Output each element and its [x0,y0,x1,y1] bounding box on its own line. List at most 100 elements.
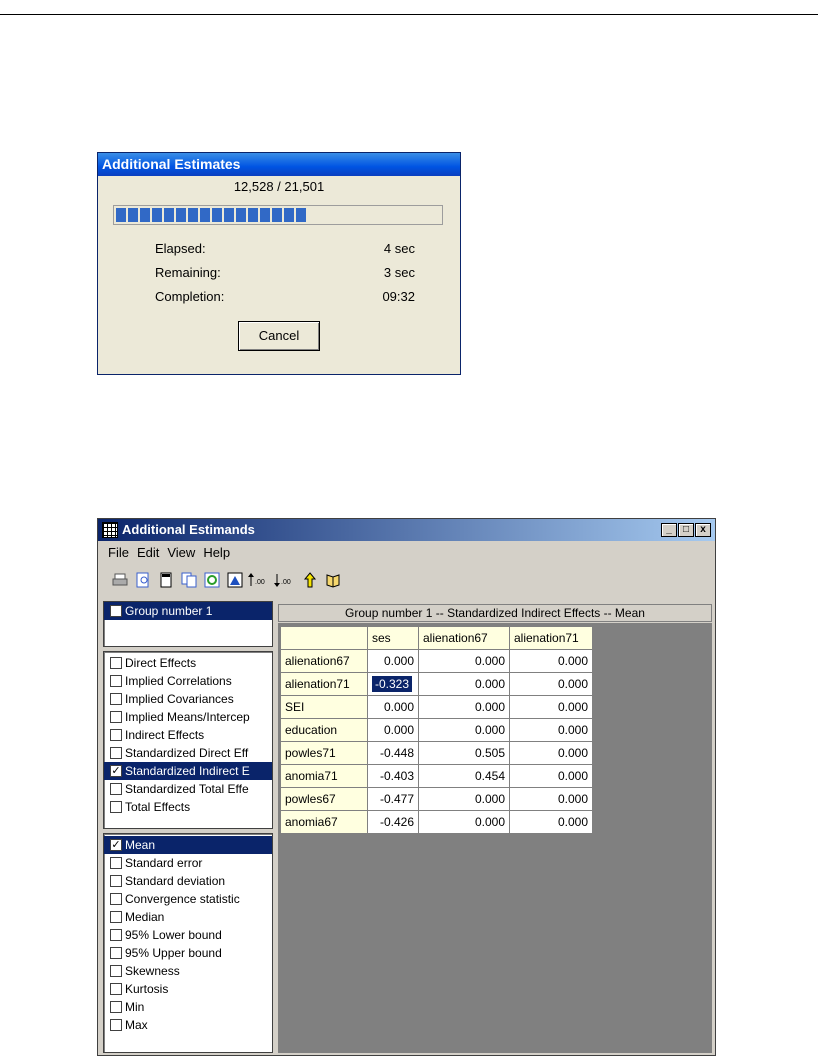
close-button[interactable]: x [695,523,711,537]
table-cell[interactable]: 0.000 [509,672,593,696]
statistic-item-checkbox[interactable] [110,947,122,959]
table-row: SEI 0.000 0.000 0.000 [280,695,593,719]
table-cell[interactable]: 0.000 [509,741,593,765]
group-item[interactable]: Group number 1 [104,602,272,620]
table-cell[interactable]: 0.000 [509,787,593,811]
up-arrow-icon[interactable] [300,570,319,589]
statistic-item-checkbox[interactable] [110,983,122,995]
estimand-item-checkbox[interactable] [110,711,122,723]
table-cell[interactable]: 0.454 [418,764,510,788]
row-header[interactable]: education [280,718,368,742]
estimand-item-checkbox[interactable] [110,747,122,759]
estimand-item[interactable]: ✓ Standardized Indirect E [104,762,272,780]
row-header[interactable]: alienation71 [280,672,368,696]
estimand-item[interactable]: Standardized Direct Eff [104,744,272,762]
table-cell[interactable]: -0.426 [367,810,419,834]
table-cell[interactable]: 0.000 [509,764,593,788]
minimize-button[interactable]: _ [661,523,677,537]
row-header[interactable]: anomia67 [280,810,368,834]
chart-icon[interactable] [225,570,244,589]
estimand-item[interactable]: Implied Correlations [104,672,272,690]
table-cell[interactable]: 0.000 [367,695,419,719]
group-list: Group number 1 [103,601,273,647]
menu-file[interactable]: File [108,545,129,560]
statistic-item[interactable]: 95% Upper bound [104,944,272,962]
group-checkbox[interactable] [110,605,122,617]
estimand-item[interactable]: Indirect Effects [104,726,272,744]
estimand-item-checkbox[interactable]: ✓ [110,765,122,777]
menu-help[interactable]: Help [203,545,230,560]
preview-icon[interactable] [133,570,152,589]
refresh-icon[interactable] [202,570,221,589]
estimand-item[interactable]: Direct Effects [104,654,272,672]
table-cell[interactable]: 0.000 [509,718,593,742]
statistic-item[interactable]: Median [104,908,272,926]
decimals-decrease-icon[interactable]: .00 [274,570,296,589]
row-header[interactable]: powles67 [280,787,368,811]
table-cell[interactable]: 0.000 [418,787,510,811]
table-cell[interactable]: 0.000 [509,649,593,673]
estimand-item-checkbox[interactable] [110,729,122,741]
column-header[interactable]: alienation67 [418,626,510,650]
print-icon[interactable] [110,570,129,589]
statistic-item[interactable]: Min [104,998,272,1016]
window-titlebar[interactable]: Additional Estimands _ □ x [98,519,715,541]
cancel-button[interactable]: Cancel [238,321,320,351]
statistic-item[interactable]: Kurtosis [104,980,272,998]
estimand-item[interactable]: Total Effects [104,798,272,816]
estimand-item[interactable]: Implied Means/Intercep [104,708,272,726]
decimals-increase-icon[interactable]: .00 [248,570,270,589]
statistic-item-checkbox[interactable]: ✓ [110,839,122,851]
row-header[interactable]: powles71 [280,741,368,765]
table-cell[interactable]: -0.323 [367,672,419,696]
statistic-item[interactable]: ✓ Mean [104,836,272,854]
table-cell[interactable]: 0.000 [509,695,593,719]
row-header[interactable]: SEI [280,695,368,719]
statistic-item[interactable]: Standard error [104,854,272,872]
estimand-item[interactable]: Implied Covariances [104,690,272,708]
statistic-item-checkbox[interactable] [110,893,122,905]
menu-view[interactable]: View [167,545,195,560]
statistic-item-checkbox[interactable] [110,1019,122,1031]
statistic-item-checkbox[interactable] [110,875,122,887]
statistic-item-checkbox[interactable] [110,857,122,869]
statistic-item-checkbox[interactable] [110,1001,122,1013]
statistic-item[interactable]: 95% Lower bound [104,926,272,944]
book-icon[interactable] [323,570,342,589]
table-cell[interactable]: 0.000 [367,718,419,742]
row-header[interactable]: anomia71 [280,764,368,788]
statistic-item[interactable]: Standard deviation [104,872,272,890]
estimand-item-checkbox[interactable] [110,783,122,795]
estimand-item-label: Implied Correlations [125,674,232,688]
statistic-item[interactable]: Convergence statistic [104,890,272,908]
table-cell[interactable]: -0.448 [367,741,419,765]
table-cell[interactable]: 0.000 [418,718,510,742]
estimand-item-checkbox[interactable] [110,657,122,669]
table-cell[interactable]: 0.000 [418,672,510,696]
table-cell[interactable]: 0.000 [418,810,510,834]
document-icon[interactable] [156,570,175,589]
table-cell[interactable]: -0.477 [367,787,419,811]
statistic-item[interactable]: Max [104,1016,272,1034]
table-cell[interactable]: 0.000 [418,695,510,719]
statistic-item-checkbox[interactable] [110,929,122,941]
column-header[interactable]: alienation71 [509,626,593,650]
column-header[interactable]: ses [367,626,419,650]
statistic-item-checkbox[interactable] [110,965,122,977]
table-cell[interactable]: -0.403 [367,764,419,788]
table-cell[interactable]: 0.000 [418,649,510,673]
progress-dialog: Additional Estimates 12,528 / 21,501 Ela… [97,152,461,375]
estimand-item-checkbox[interactable] [110,801,122,813]
estimand-item-checkbox[interactable] [110,693,122,705]
maximize-button[interactable]: □ [678,523,694,537]
table-cell[interactable]: 0.505 [418,741,510,765]
table-cell[interactable]: 0.000 [367,649,419,673]
table-cell[interactable]: 0.000 [509,810,593,834]
statistic-item-checkbox[interactable] [110,911,122,923]
estimand-item-checkbox[interactable] [110,675,122,687]
row-header[interactable]: alienation67 [280,649,368,673]
menu-edit[interactable]: Edit [137,545,159,560]
copy-icon[interactable] [179,570,198,589]
statistic-item[interactable]: Skewness [104,962,272,980]
estimand-item[interactable]: Standardized Total Effe [104,780,272,798]
